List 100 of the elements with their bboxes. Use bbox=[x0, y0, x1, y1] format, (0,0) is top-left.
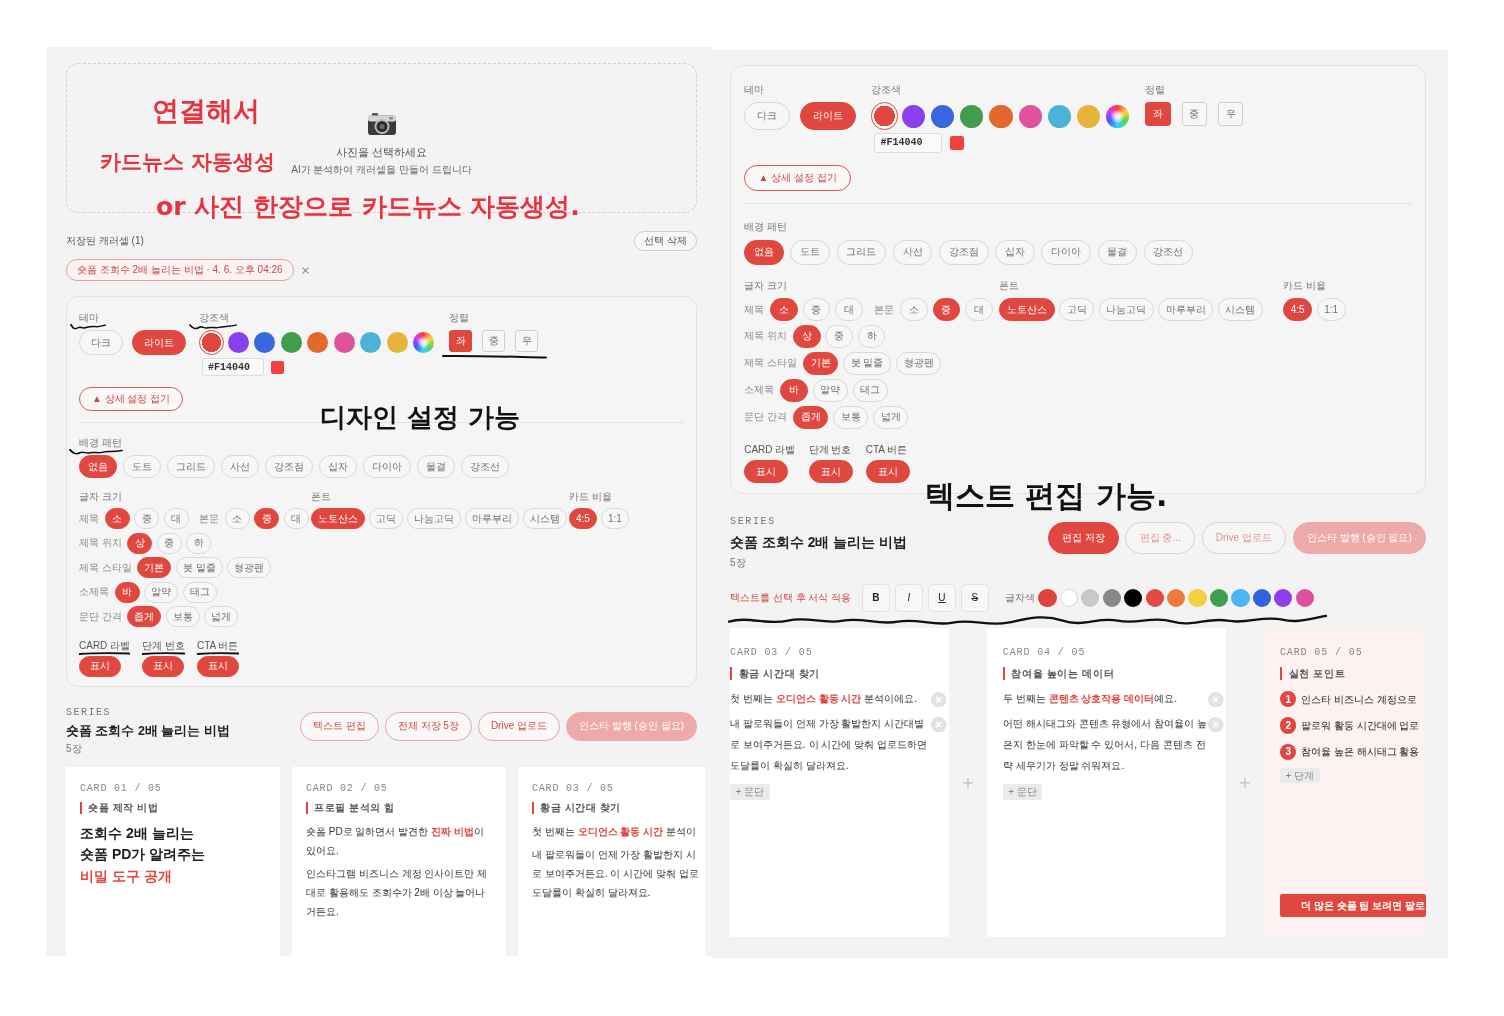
pattern-option[interactable]: 사선 bbox=[892, 239, 933, 265]
font-option[interactable]: 고딕 bbox=[369, 508, 403, 529]
text-color-swatch-icon[interactable] bbox=[1188, 588, 1207, 608]
toggle-button[interactable]: 표시 bbox=[142, 655, 185, 677]
color-swatch-icon[interactable] bbox=[199, 330, 224, 355]
setting-option[interactable]: 상 bbox=[793, 324, 821, 348]
hex-input[interactable]: #F14040 bbox=[874, 133, 943, 153]
font-option[interactable]: 나눔고딕 bbox=[407, 508, 461, 529]
color-swatch-icon[interactable] bbox=[227, 332, 249, 353]
font-option[interactable]: 나눔고딕 bbox=[1098, 297, 1154, 322]
text-color-swatch-icon[interactable] bbox=[1081, 588, 1100, 608]
color-swatch-icon[interactable] bbox=[280, 332, 302, 353]
setting-option[interactable]: 보통 bbox=[833, 405, 869, 429]
toggle-button[interactable]: 표시 bbox=[744, 460, 789, 484]
pattern-option[interactable]: 없음 bbox=[79, 455, 117, 478]
color-swatch-icon[interactable] bbox=[902, 104, 926, 128]
color-swatch-icon[interactable] bbox=[960, 104, 984, 128]
align-option[interactable]: 좌 bbox=[449, 330, 472, 352]
color-swatch-icon[interactable] bbox=[931, 104, 955, 128]
delete-selected-button[interactable]: 선택 삭제 bbox=[634, 231, 697, 251]
pattern-option[interactable]: 그리드 bbox=[836, 239, 887, 265]
theme-option[interactable]: 라이트 bbox=[800, 102, 857, 130]
color-swatch-icon[interactable] bbox=[360, 332, 381, 353]
setting-option[interactable]: 바 bbox=[114, 581, 140, 603]
saved-carousel-chip[interactable]: 숏폼 조회수 2배 늘리는 비법 · 4. 6. 오후 04:26 bbox=[66, 259, 294, 281]
add-button[interactable]: + 문단 bbox=[1002, 784, 1043, 800]
setting-option[interactable]: 중 bbox=[254, 508, 279, 529]
format-button[interactable]: U bbox=[928, 584, 956, 612]
ratio-option[interactable]: 4:5 bbox=[569, 508, 597, 529]
pattern-option[interactable]: 다이아 bbox=[363, 455, 411, 478]
setting-option[interactable]: 중 bbox=[156, 532, 182, 554]
pattern-option[interactable]: 다이아 bbox=[1041, 239, 1091, 265]
pattern-option[interactable]: 없음 bbox=[744, 239, 784, 265]
color-swatch-icon[interactable] bbox=[870, 102, 899, 130]
action-button[interactable]: 텍스트 편집 bbox=[299, 711, 379, 741]
setting-option[interactable]: 중 bbox=[134, 508, 159, 529]
theme-option[interactable]: 다크 bbox=[79, 330, 123, 355]
setting-option[interactable]: 태그 bbox=[182, 581, 217, 603]
color-wheel-icon[interactable] bbox=[413, 332, 434, 353]
pattern-option[interactable]: 그리드 bbox=[167, 455, 215, 478]
font-option[interactable]: 마루부리 bbox=[1158, 297, 1214, 322]
text-color-swatch-icon[interactable] bbox=[1102, 588, 1121, 608]
collapse-button[interactable]: ▲ 상세 설정 접기 bbox=[79, 387, 184, 411]
setting-option[interactable]: 넓게 bbox=[204, 606, 239, 627]
ratio-option[interactable]: 1:1 bbox=[600, 508, 629, 529]
align-option[interactable]: 우 bbox=[515, 330, 538, 352]
setting-option[interactable]: 소 bbox=[104, 508, 130, 529]
text-color-swatch-icon[interactable] bbox=[1252, 588, 1271, 608]
text-color-swatch-icon[interactable] bbox=[1231, 588, 1250, 608]
toggle-button[interactable]: 표시 bbox=[808, 460, 853, 484]
action-button[interactable]: 전체 저장 5장 bbox=[384, 711, 472, 741]
color-swatch-icon[interactable] bbox=[307, 332, 328, 353]
pattern-option[interactable]: 강조점 bbox=[938, 239, 989, 265]
add-button[interactable]: + 문단 bbox=[730, 784, 770, 800]
text-color-swatch-icon[interactable] bbox=[1038, 588, 1057, 608]
font-option[interactable]: 마루부리 bbox=[465, 508, 519, 529]
setting-option[interactable]: 하 bbox=[857, 324, 886, 348]
pattern-option[interactable]: 강조점 bbox=[265, 455, 313, 478]
pattern-option[interactable]: 강조선 bbox=[1143, 239, 1194, 265]
setting-option[interactable]: 대 bbox=[835, 297, 863, 322]
toggle-button[interactable]: 표시 bbox=[79, 655, 121, 677]
text-color-swatch-icon[interactable] bbox=[1274, 588, 1293, 608]
setting-option[interactable]: 붓 밑줄 bbox=[843, 351, 892, 375]
setting-option[interactable]: 태그 bbox=[852, 378, 888, 402]
font-option[interactable]: 노토산스 bbox=[311, 508, 365, 529]
setting-option[interactable]: 중 bbox=[825, 324, 853, 348]
pattern-option[interactable]: 강조선 bbox=[461, 455, 509, 478]
color-swatch-icon[interactable] bbox=[386, 332, 408, 353]
setting-option[interactable]: 중 bbox=[802, 297, 831, 322]
text-color-swatch-icon[interactable] bbox=[1167, 588, 1186, 608]
setting-option[interactable]: 상 bbox=[127, 532, 153, 554]
setting-option[interactable]: 알약 bbox=[144, 581, 178, 603]
setting-option[interactable]: 알약 bbox=[812, 378, 848, 402]
align-option[interactable]: 중 bbox=[482, 330, 505, 352]
color-swatch-icon[interactable] bbox=[989, 104, 1013, 128]
color-swatch-icon[interactable] bbox=[1076, 104, 1100, 128]
pattern-option[interactable]: 도트 bbox=[123, 455, 161, 478]
setting-option[interactable]: 소 bbox=[224, 508, 250, 529]
action-button[interactable]: Drive 업로드 bbox=[477, 711, 560, 741]
text-color-swatch-icon[interactable] bbox=[1295, 588, 1314, 608]
text-color-swatch-icon[interactable] bbox=[1124, 588, 1143, 608]
align-option[interactable]: 중 bbox=[1181, 102, 1207, 127]
align-option[interactable]: 우 bbox=[1218, 102, 1244, 127]
setting-option[interactable]: 넓게 bbox=[873, 405, 909, 429]
action-button[interactable]: 편집 저장 bbox=[1047, 521, 1119, 554]
color-swatch-icon[interactable] bbox=[333, 332, 355, 353]
collapse-button[interactable]: ▲ 상세 설정 접기 bbox=[744, 165, 851, 192]
ratio-option[interactable]: 1:1 bbox=[1316, 297, 1346, 322]
add-button[interactable]: + 단계 bbox=[1279, 767, 1320, 784]
pattern-option[interactable]: 십자 bbox=[995, 239, 1035, 265]
setting-option[interactable]: 기본 bbox=[803, 351, 839, 375]
pattern-option[interactable]: 사선 bbox=[221, 455, 259, 478]
format-button[interactable]: B bbox=[862, 584, 890, 612]
color-wheel-icon[interactable] bbox=[1105, 104, 1129, 128]
text-color-swatch-icon[interactable] bbox=[1059, 588, 1078, 608]
font-option[interactable]: 시스템 bbox=[523, 508, 567, 529]
text-color-swatch-icon[interactable] bbox=[1209, 588, 1229, 608]
cta-button[interactable]: 더 많은 숏폼 팁 보려면 팔로 bbox=[1279, 894, 1426, 918]
pattern-option[interactable]: 물결 bbox=[417, 455, 455, 478]
setting-option[interactable]: 기본 bbox=[137, 557, 172, 578]
